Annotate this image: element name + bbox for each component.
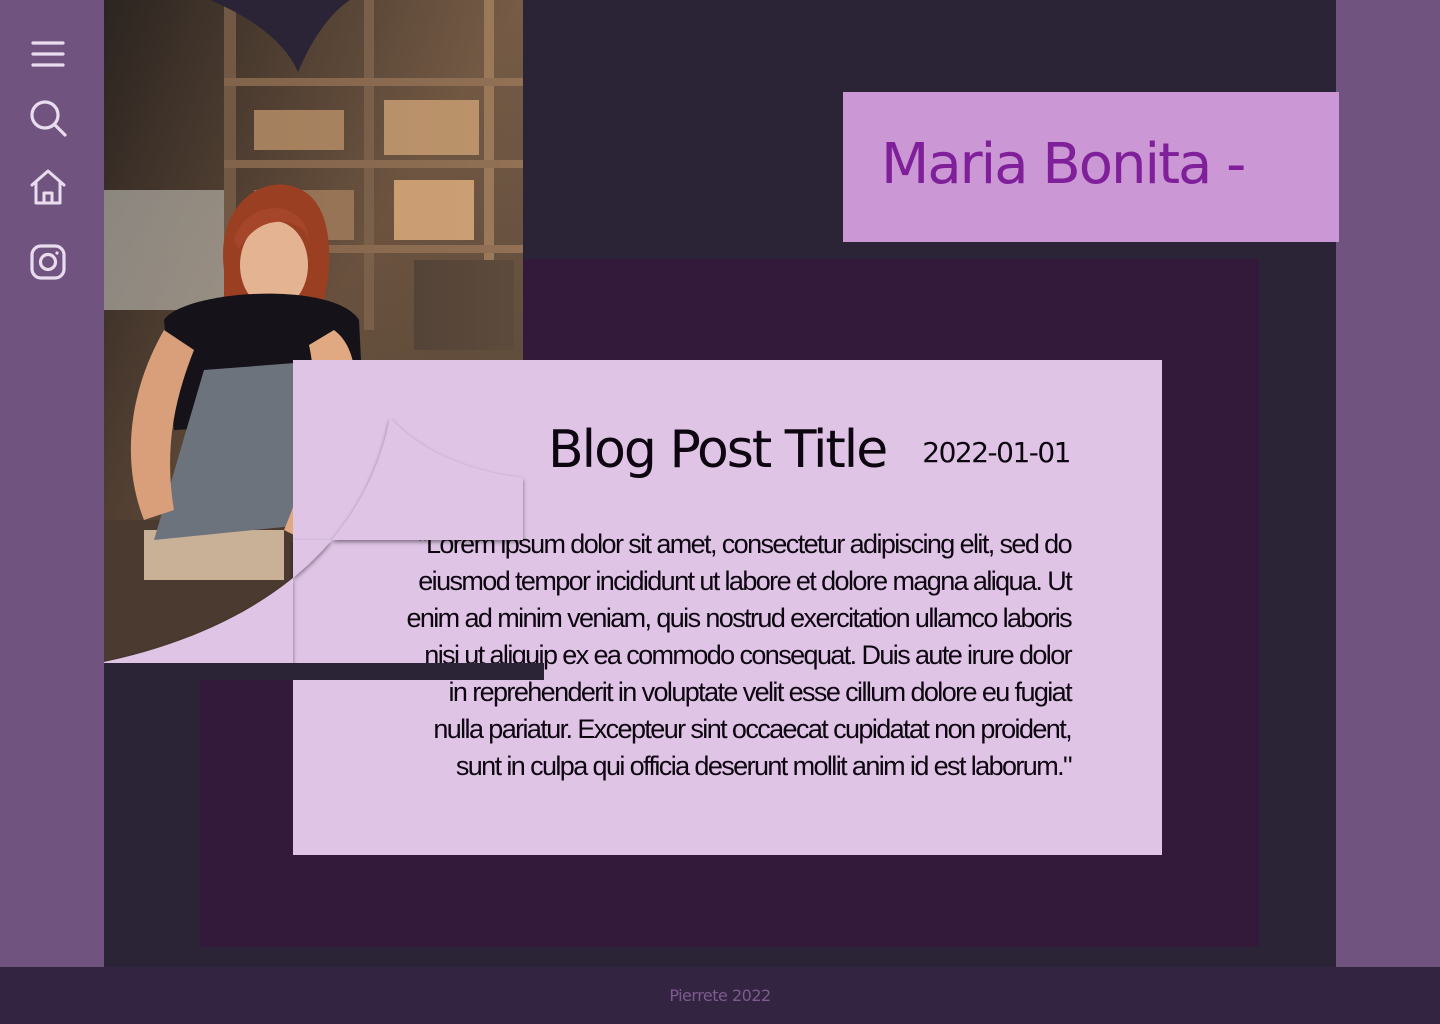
home-icon[interactable] <box>27 166 69 208</box>
footer-text: Pierrete 2022 <box>669 986 771 1005</box>
footer: Pierrete 2022 <box>0 967 1440 1024</box>
blog-post-card: Blog Post Title 2022-01-01 "Lorem ipsum … <box>293 360 1162 855</box>
sidebar <box>0 0 104 967</box>
author-name: Maria Bonita - <box>881 132 1246 197</box>
post-date: 2022-01-01 <box>922 436 1071 469</box>
post-body: "Lorem ipsum dolor sit amet, consectetur… <box>406 529 1072 781</box>
menu-icon[interactable] <box>27 33 69 75</box>
right-decor-strip <box>1336 0 1440 967</box>
search-icon[interactable] <box>27 97 69 139</box>
page: Maria Bonita - Blog Post Title 2022-01-0… <box>0 0 1440 1024</box>
name-banner: Maria Bonita - <box>843 92 1339 242</box>
instagram-icon[interactable] <box>27 241 69 283</box>
post-title: Blog Post Title <box>548 420 888 480</box>
